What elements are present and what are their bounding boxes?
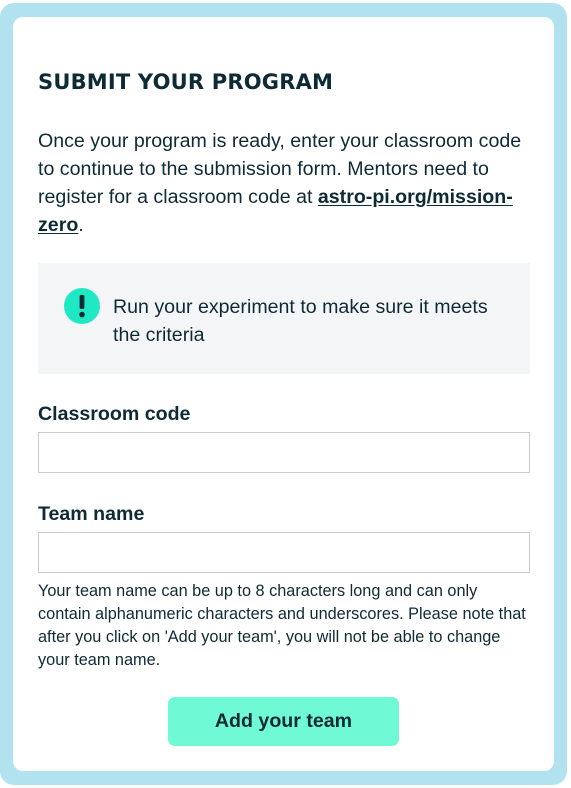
team-name-input[interactable] xyxy=(38,532,530,573)
add-your-team-button[interactable]: Add your team xyxy=(168,697,399,746)
team-name-hint: Your team name can be up to 8 characters… xyxy=(38,582,526,669)
intro-end: . xyxy=(78,214,84,236)
team-name-label: Team name xyxy=(38,503,145,525)
intro-paragraph: Once your program is ready, enter your c… xyxy=(38,127,528,239)
page-title: SUBMIT YOUR PROGRAM xyxy=(38,70,334,94)
notice-box: Run your experiment to make sure it meet… xyxy=(38,263,530,374)
notice-text: Run your experiment to make sure it meet… xyxy=(113,296,488,346)
exclamation-icon xyxy=(64,288,100,324)
classroom-code-label: Classroom code xyxy=(38,403,191,425)
classroom-code-input[interactable] xyxy=(38,432,530,473)
